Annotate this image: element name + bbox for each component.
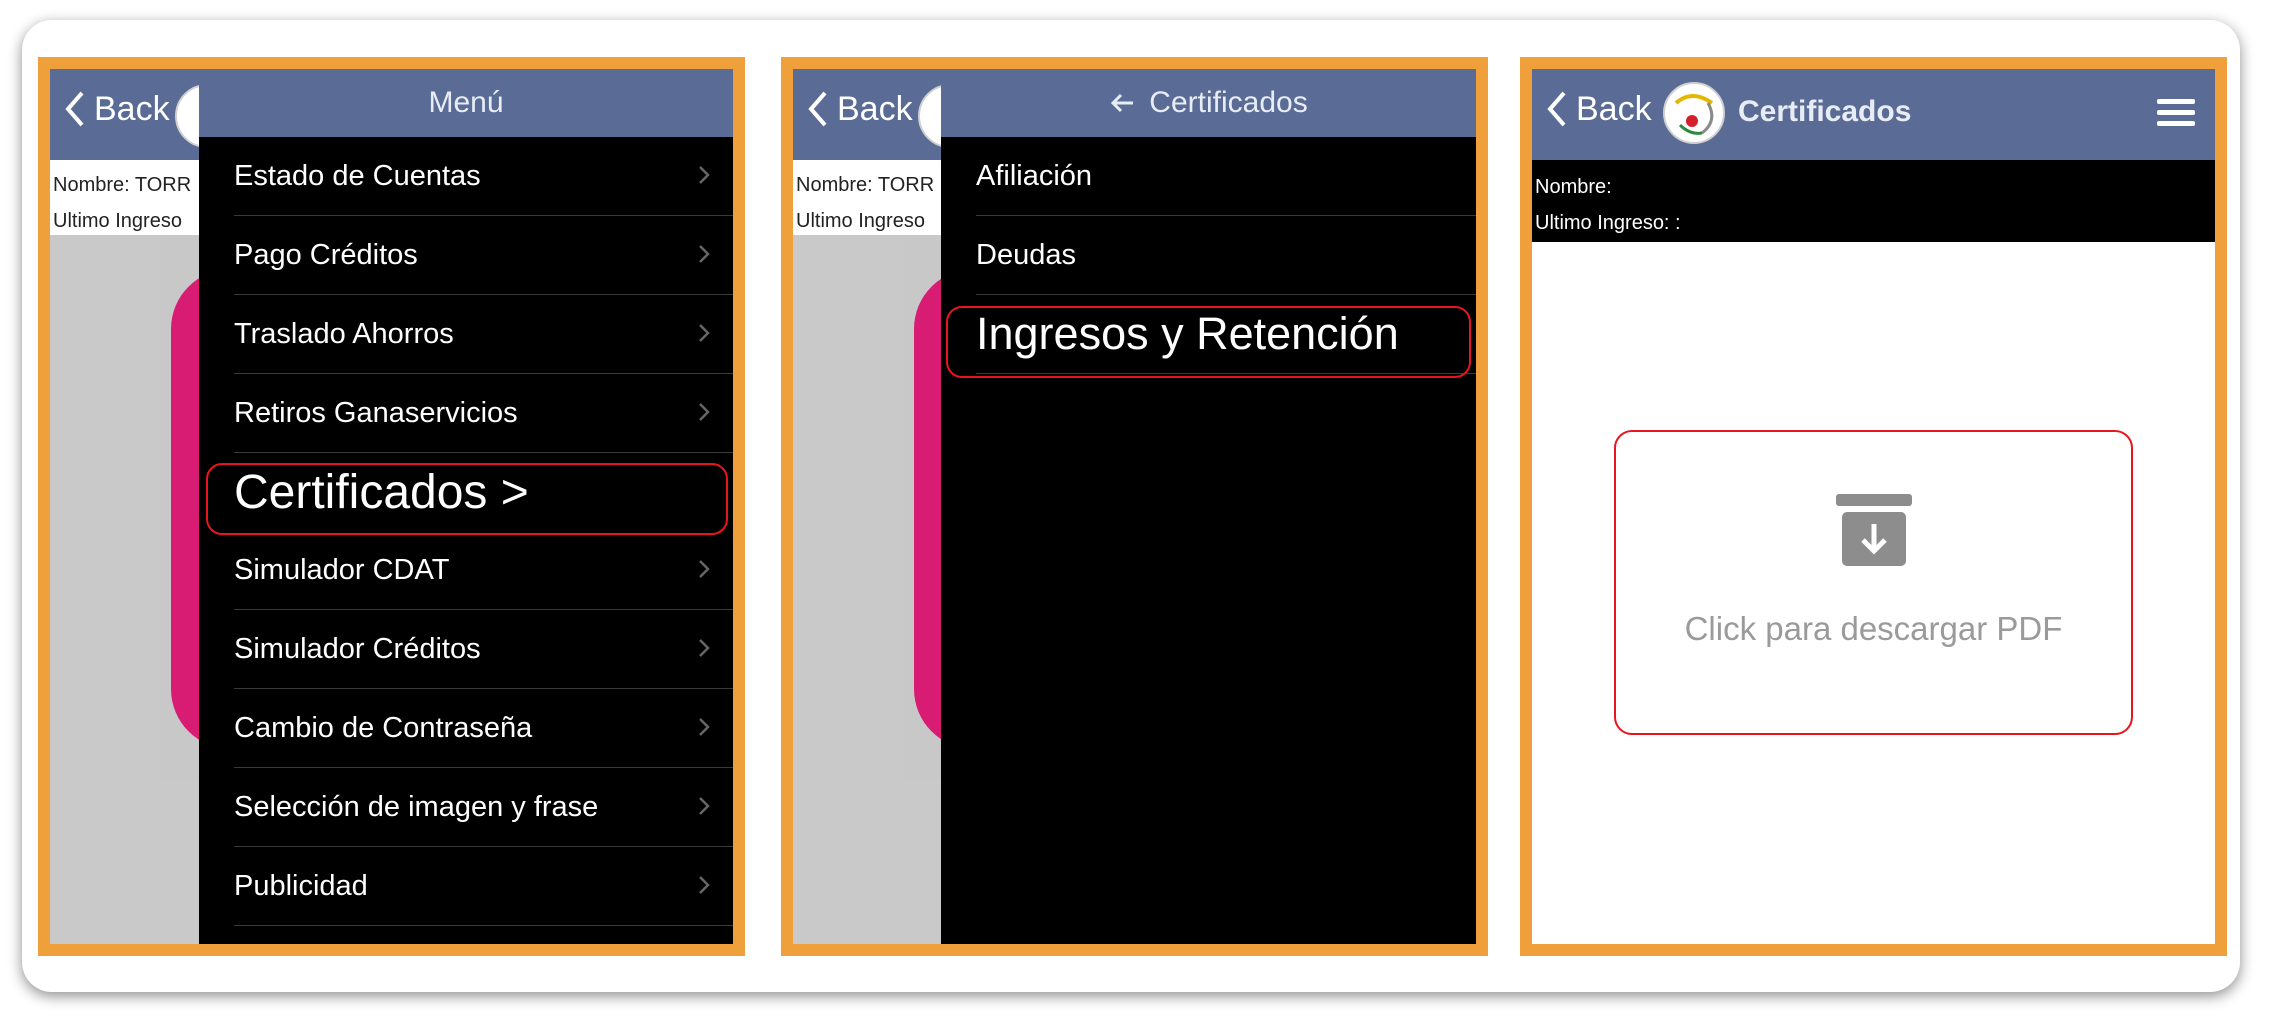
last-login-text: Ultimo Ingreso xyxy=(53,210,182,232)
back-button[interactable]: Back xyxy=(805,89,913,129)
menu-item-label: Pago Créditos xyxy=(234,238,418,271)
user-name-text: Nombre: xyxy=(1535,176,1612,198)
menu-item-traslado-ahorros[interactable]: Traslado Ahorros xyxy=(234,295,733,374)
chevron-right-icon xyxy=(699,560,710,578)
menu-item-label: Traslado Ahorros xyxy=(234,317,454,350)
menu-item-retiros-ganaservicios[interactable]: Retiros Ganaservicios xyxy=(234,374,733,453)
menu-item-estado-cuentas[interactable]: Estado de Cuentas xyxy=(234,137,733,216)
chevron-left-icon xyxy=(808,91,827,127)
app-logo xyxy=(1663,82,1725,144)
drawer-title: Certificados xyxy=(1149,86,1308,119)
user-name-text: Nombre: TORR xyxy=(796,174,935,196)
menu-item-label: Simulador Créditos xyxy=(234,632,481,665)
menu-item-label: Simulador CDAT xyxy=(234,553,450,586)
menu-item-pago-creditos[interactable]: Pago Créditos xyxy=(234,216,733,295)
side-drawer-submenu: Certificados Afiliación Deudas Ingresos … xyxy=(941,69,1476,944)
last-login-text: Ultimo Ingreso: : xyxy=(1535,212,1681,234)
user-name-text: Nombre: TORR xyxy=(53,174,192,196)
menu-item-publicidad[interactable]: Publicidad xyxy=(234,847,733,926)
menu-item-seleccion-imagen[interactable]: Selección de imagen y frase xyxy=(234,768,733,847)
arrow-left-icon[interactable] xyxy=(1109,92,1135,114)
menu-item-label: Deudas xyxy=(976,238,1076,271)
back-button[interactable]: Back xyxy=(1544,89,1652,129)
menu-item-label: Estado de Cuentas xyxy=(234,159,481,192)
chevron-left-icon xyxy=(65,91,84,127)
chevron-right-icon xyxy=(699,876,710,894)
back-label: Back xyxy=(94,89,170,128)
menu-item-label: Afiliación xyxy=(976,159,1093,192)
chevron-right-icon xyxy=(699,403,710,421)
hamburger-menu-icon[interactable] xyxy=(2157,99,2195,127)
last-login-text: Ultimo Ingreso xyxy=(796,210,925,232)
chevron-right-icon xyxy=(699,245,710,263)
menu-item-label: Retiros Ganaservicios xyxy=(234,396,518,429)
download-pdf-button[interactable]: Click para descargar PDF xyxy=(1614,430,2133,735)
chevron-right-icon xyxy=(699,166,710,184)
drawer-header: Certificados xyxy=(941,69,1476,137)
user-info-bar: Nombre: Ultimo Ingreso: : xyxy=(1532,160,2215,242)
menu-item-cambio-contrasena[interactable]: Cambio de Contraseña xyxy=(234,689,733,768)
menu-item-label: Cambio de Contraseña xyxy=(234,711,533,744)
back-label: Back xyxy=(837,89,913,128)
chevron-right-icon xyxy=(699,718,710,736)
menu-item-label: Selección de imagen y frase xyxy=(234,790,599,823)
menu-item-deudas[interactable]: Deudas xyxy=(976,216,1476,295)
panel-menu: Back Nombre: TORR Ultimo Ingreso Menú Es… xyxy=(38,57,745,956)
download-pdf-label: Click para descargar PDF xyxy=(1684,610,2063,647)
chevron-left-icon xyxy=(1547,91,1566,127)
drawer-title: Menú xyxy=(428,86,504,119)
highlight-ingresos-retencion xyxy=(946,306,1471,378)
menu-item-label: Publicidad xyxy=(234,869,368,902)
app-header: Back Certificados xyxy=(1532,69,2215,160)
panel-certificado-download: Back Certificados Nombre: Ultimo Ingreso… xyxy=(1520,57,2227,956)
panel-certificados-submenu: Back Nombre: TORR Ultimo Ingreso Certifi… xyxy=(781,57,1488,956)
page-title: Certificados xyxy=(1738,95,1912,128)
highlight-certificados xyxy=(206,463,728,535)
download-archive-icon xyxy=(1836,494,1912,566)
menu-item-afiliacion[interactable]: Afiliación xyxy=(976,137,1476,216)
chevron-right-icon xyxy=(699,797,710,815)
menu-item-simulador-cdat[interactable]: Simulador CDAT xyxy=(234,531,733,610)
chevron-right-icon xyxy=(699,639,710,657)
back-label: Back xyxy=(1576,89,1652,128)
menu-item-simulador-creditos[interactable]: Simulador Créditos xyxy=(234,610,733,689)
drawer-header: Menú xyxy=(199,69,733,137)
back-button[interactable]: Back xyxy=(62,89,170,129)
chevron-right-icon xyxy=(699,324,710,342)
